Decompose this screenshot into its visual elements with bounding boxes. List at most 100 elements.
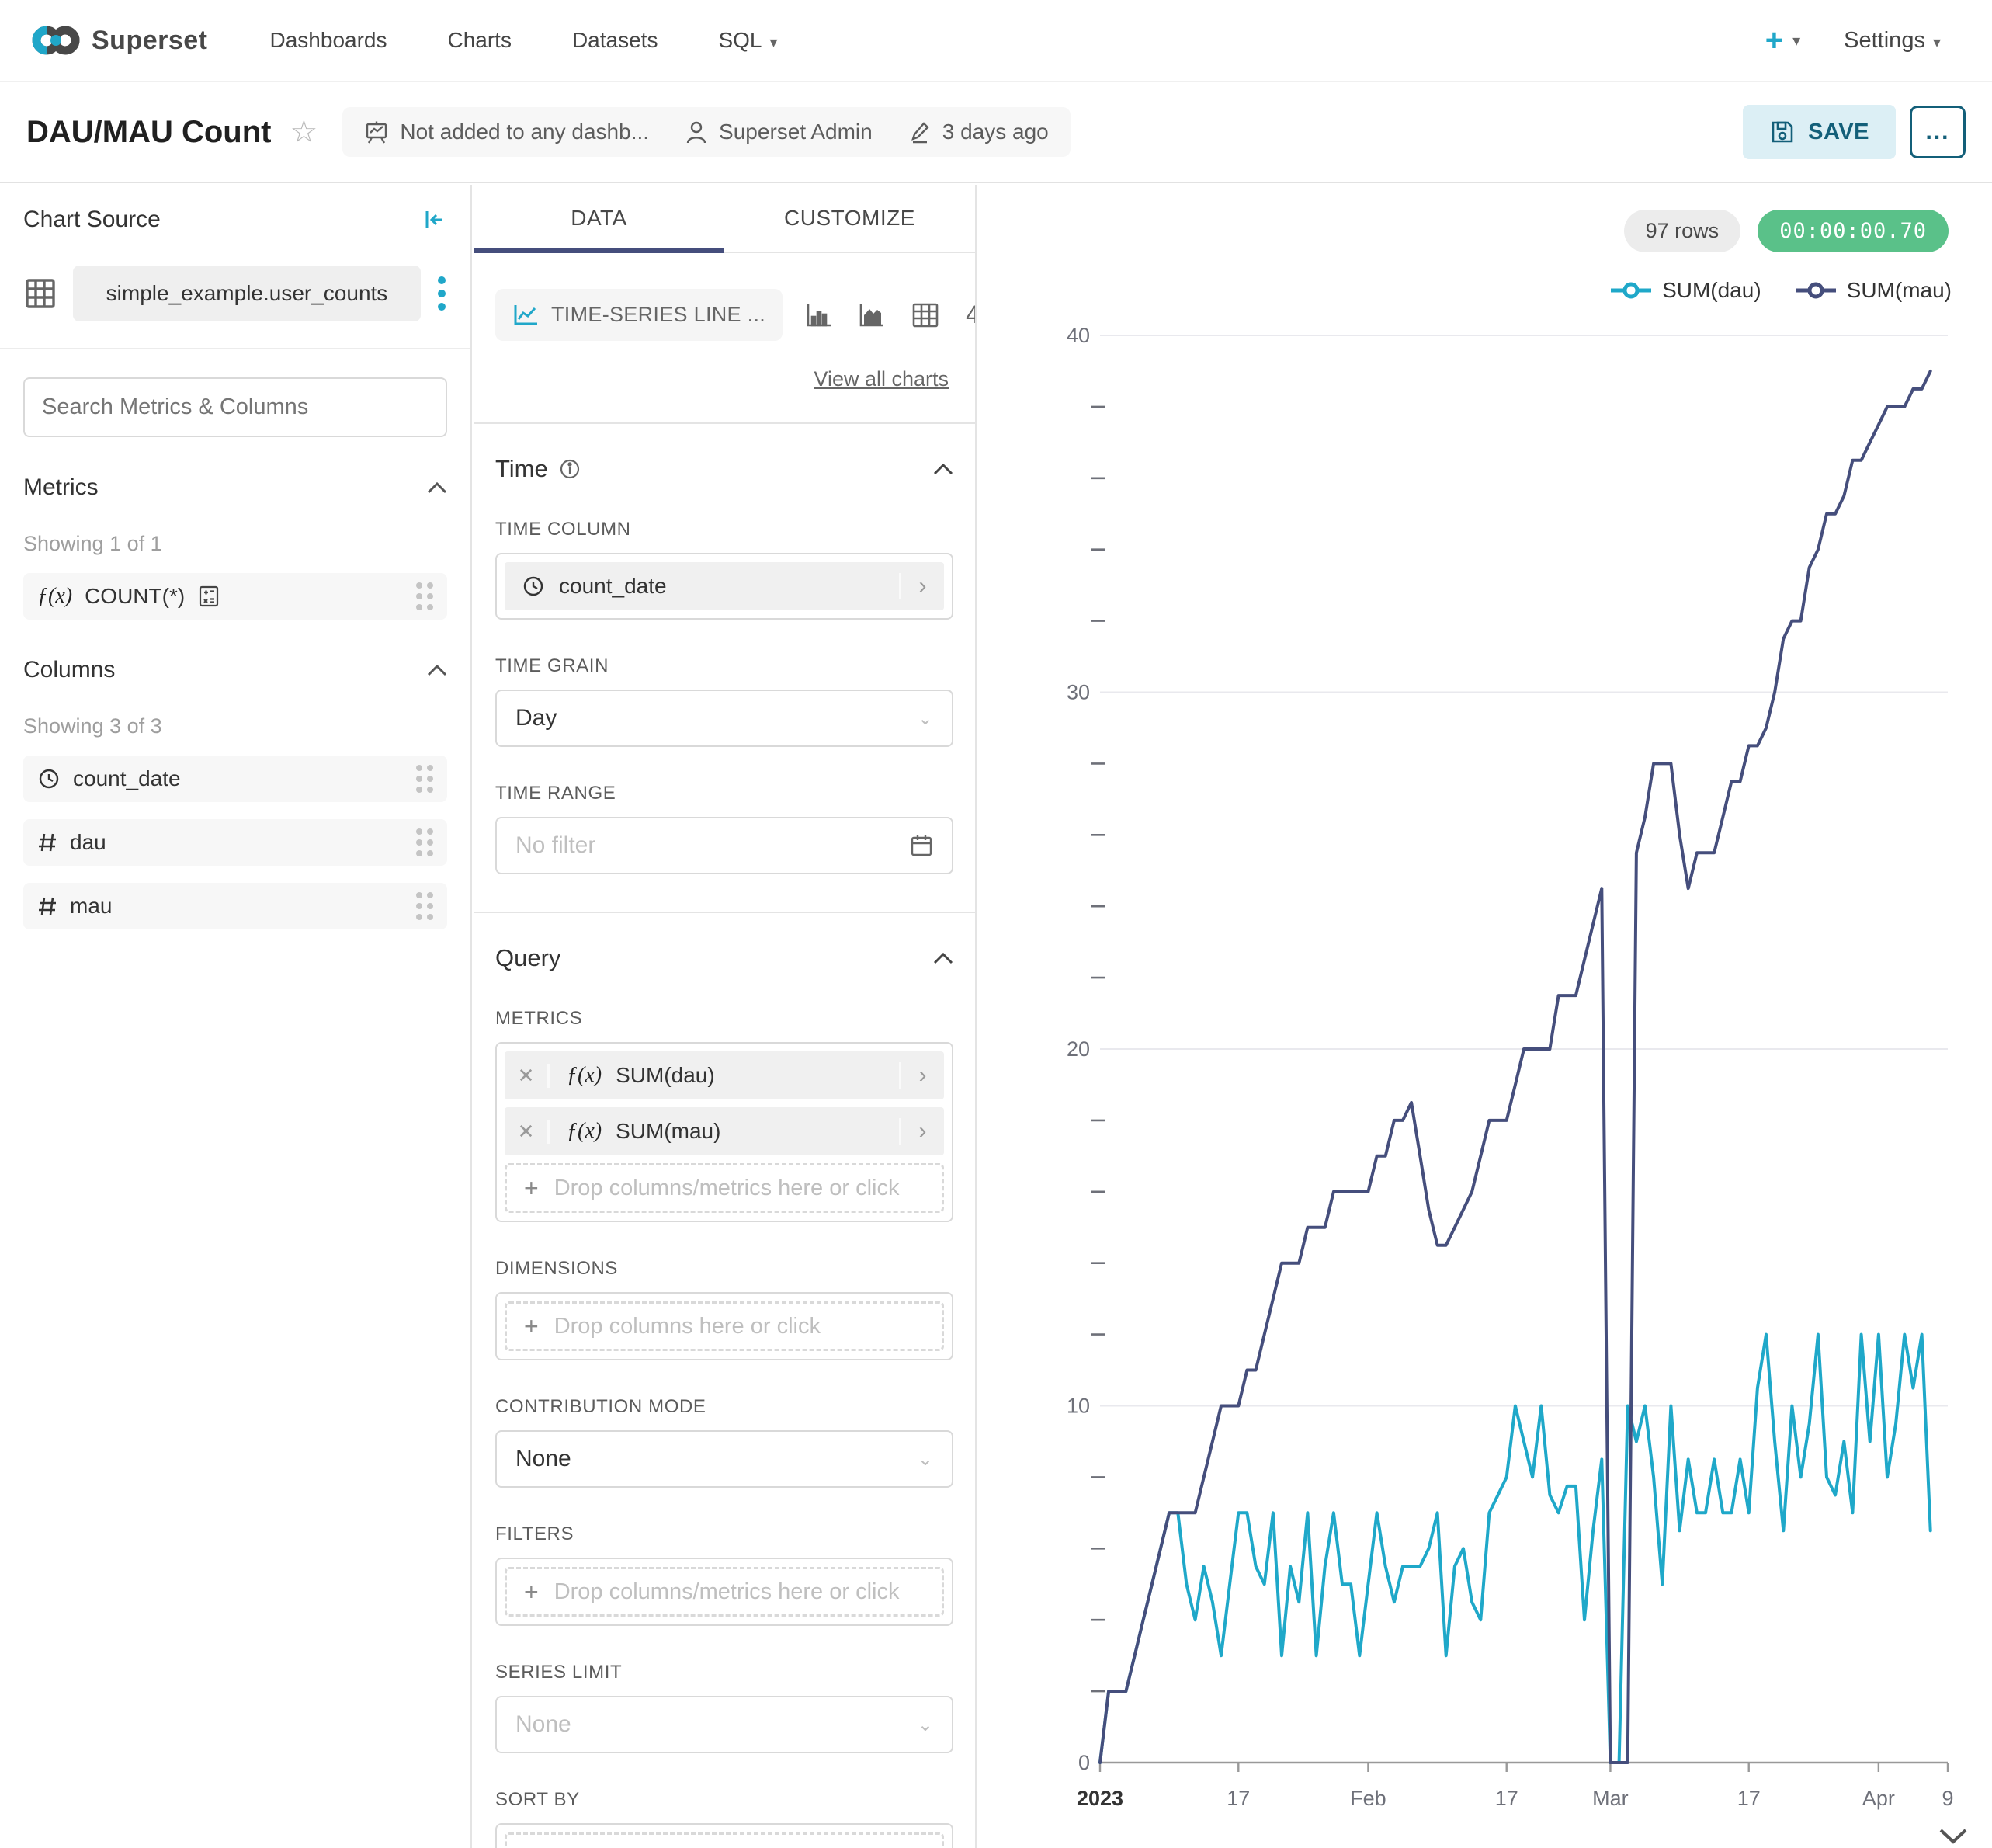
chevron-down-icon: ▾ bbox=[1933, 34, 1941, 51]
query-timer-badge: 00:00:00.70 bbox=[1758, 210, 1949, 252]
new-item-button[interactable]: +▾ bbox=[1765, 25, 1800, 56]
chevron-up-icon[interactable] bbox=[427, 664, 447, 676]
superset-logo-icon bbox=[31, 24, 81, 57]
drag-handle-icon[interactable] bbox=[416, 582, 433, 610]
time-column-control[interactable]: count_date › bbox=[495, 553, 953, 620]
query-section-heading: Query bbox=[495, 944, 560, 972]
sort-by-dropzone[interactable]: + Drop a column/metric here or click bbox=[505, 1832, 944, 1848]
remove-metric-icon[interactable]: ✕ bbox=[505, 1064, 550, 1088]
svg-text:17: 17 bbox=[1495, 1787, 1518, 1810]
data-controls-panel: DATA CUSTOMIZE TIME-SERIES LINE ... bbox=[474, 185, 977, 1848]
brand-name: Superset bbox=[92, 26, 208, 56]
svg-text:17: 17 bbox=[1737, 1787, 1761, 1810]
edit-pencil-icon bbox=[908, 120, 932, 144]
dimensions-dropzone[interactable]: + Drop columns here or click bbox=[505, 1301, 944, 1351]
clock-icon bbox=[522, 575, 545, 598]
nav-item-charts[interactable]: Charts bbox=[447, 28, 511, 53]
column-label: mau bbox=[70, 894, 112, 919]
svg-text:Mar: Mar bbox=[1592, 1787, 1629, 1810]
search-input[interactable] bbox=[23, 377, 447, 437]
more-actions-button[interactable]: ... bbox=[1910, 106, 1966, 158]
chevron-up-icon[interactable] bbox=[427, 481, 447, 494]
chart-header: DAU/MAU Count ☆ Not added to any dashb..… bbox=[0, 82, 1992, 183]
column-row-mau[interactable]: mau bbox=[23, 883, 447, 929]
chevron-down-icon: ▾ bbox=[769, 34, 777, 51]
function-icon: ƒ(x) bbox=[567, 1063, 602, 1088]
metric-row-count[interactable]: ƒ(x) COUNT(*) bbox=[23, 573, 447, 620]
divider bbox=[474, 912, 977, 913]
filters-label: FILTERS bbox=[495, 1523, 953, 1545]
area-chart-icon[interactable] bbox=[859, 303, 885, 328]
big-number-4k-icon[interactable]: 4k bbox=[966, 300, 977, 329]
bar-chart-icon[interactable] bbox=[806, 303, 832, 328]
user-icon bbox=[685, 120, 708, 144]
dataset-options-icon[interactable] bbox=[436, 274, 447, 313]
time-column-value: count_date bbox=[559, 574, 667, 599]
chevron-down-icon: ⌄ bbox=[918, 707, 933, 730]
drag-handle-icon[interactable] bbox=[416, 765, 433, 793]
row-count-badge: 97 rows bbox=[1624, 210, 1741, 252]
save-button[interactable]: SAVE bbox=[1743, 105, 1896, 159]
timeseries-line-chart[interactable]: 010203040202317Feb17Mar17Apr9 bbox=[978, 185, 1992, 1848]
tab-data[interactable]: DATA bbox=[474, 185, 724, 252]
time-range-input[interactable]: No filter bbox=[495, 817, 953, 874]
filters-control: + Drop columns/metrics here or click bbox=[495, 1558, 953, 1626]
favorite-star-icon[interactable]: ☆ bbox=[290, 114, 318, 150]
nav-item-dashboards[interactable]: Dashboards bbox=[270, 28, 387, 53]
metric-pill-label: SUM(mau) bbox=[616, 1119, 720, 1144]
svg-text:17: 17 bbox=[1227, 1787, 1250, 1810]
column-row-count_date[interactable]: count_date bbox=[23, 756, 447, 802]
chevron-right-icon[interactable]: › bbox=[899, 1062, 944, 1089]
column-label: dau bbox=[70, 830, 106, 855]
dimensions-control: + Drop columns here or click bbox=[495, 1292, 953, 1360]
time-grain-select[interactable]: Day ⌄ bbox=[495, 690, 953, 747]
line-chart-icon bbox=[512, 304, 539, 327]
dashboards-added-status[interactable]: Not added to any dashb... bbox=[364, 120, 649, 144]
nav-item-sql[interactable]: SQL▾ bbox=[718, 28, 777, 53]
legend-item-sum-dau[interactable]: SUM(dau) bbox=[1611, 278, 1761, 303]
remove-metric-icon[interactable]: ✕ bbox=[505, 1120, 550, 1144]
save-floppy-icon bbox=[1769, 119, 1796, 145]
calculator-icon bbox=[197, 585, 220, 608]
tab-customize[interactable]: CUSTOMIZE bbox=[724, 185, 975, 252]
contribution-mode-select[interactable]: None ⌄ bbox=[495, 1430, 953, 1488]
svg-text:Apr: Apr bbox=[1862, 1787, 1895, 1810]
chevron-up-icon[interactable] bbox=[933, 463, 953, 475]
metric-pill-sum-mau-[interactable]: ✕ƒ(x)SUM(mau)› bbox=[505, 1107, 944, 1155]
svg-text:0: 0 bbox=[1078, 1751, 1090, 1774]
dimensions-label: DIMENSIONS bbox=[495, 1258, 953, 1280]
metric-pill-sum-dau-[interactable]: ✕ ƒ(x) SUM(dau) › bbox=[505, 1051, 944, 1099]
drag-handle-icon[interactable] bbox=[416, 892, 433, 920]
chevron-down-icon: ▾ bbox=[1792, 33, 1800, 50]
view-all-charts-link[interactable]: View all charts bbox=[814, 367, 949, 391]
svg-text:9: 9 bbox=[1942, 1787, 1953, 1810]
table-icon[interactable] bbox=[911, 302, 939, 328]
viz-type-selector[interactable]: TIME-SERIES LINE ... bbox=[495, 289, 783, 341]
series-limit-select[interactable]: None ⌄ bbox=[495, 1696, 953, 1753]
collapse-panel-icon[interactable] bbox=[421, 207, 447, 233]
hash-icon bbox=[37, 832, 57, 853]
chart-source-panel: Chart Source simple_example.user_counts bbox=[0, 185, 472, 1848]
metrics-showing-count: Showing 1 of 1 bbox=[23, 532, 447, 556]
superset-brand[interactable]: Superset bbox=[31, 24, 208, 57]
nav-item-datasets[interactable]: Datasets bbox=[572, 28, 658, 53]
chevron-down-icon: ⌄ bbox=[918, 1448, 933, 1471]
drag-handle-icon[interactable] bbox=[416, 828, 433, 856]
chart-owner[interactable]: Superset Admin bbox=[685, 120, 873, 144]
filters-dropzone[interactable]: + Drop columns/metrics here or click bbox=[505, 1567, 944, 1617]
nav-links: Dashboards Charts Datasets SQL▾ bbox=[270, 28, 778, 53]
last-modified[interactable]: 3 days ago bbox=[908, 120, 1049, 144]
chevron-up-icon[interactable] bbox=[933, 952, 953, 964]
settings-menu[interactable]: Settings▾ bbox=[1844, 28, 1941, 54]
metrics-dropzone[interactable]: + Drop columns/metrics here or click bbox=[505, 1163, 944, 1213]
column-row-dau[interactable]: dau bbox=[23, 819, 447, 866]
plus-icon: + bbox=[524, 1312, 539, 1341]
chevron-right-icon[interactable]: › bbox=[899, 1118, 944, 1145]
collapse-results-chevron-icon[interactable] bbox=[1938, 1828, 1969, 1845]
dataset-name[interactable]: simple_example.user_counts bbox=[73, 266, 421, 321]
chevron-right-icon[interactable]: › bbox=[899, 573, 944, 599]
legend-item-sum-mau[interactable]: SUM(mau) bbox=[1796, 278, 1952, 303]
metric-pill-label: SUM(dau) bbox=[616, 1063, 715, 1088]
time-range-label: TIME RANGE bbox=[495, 783, 953, 804]
chart-legend: SUM(dau) SUM(mau) bbox=[1611, 278, 1952, 303]
